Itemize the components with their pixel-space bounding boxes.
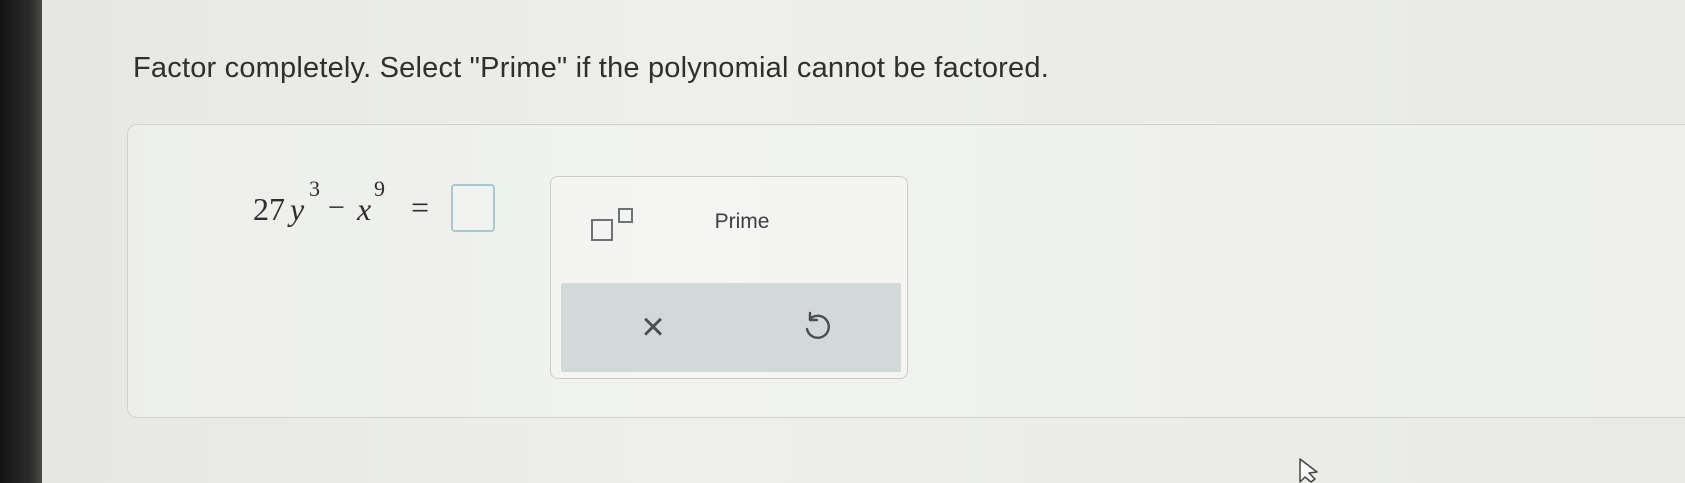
- keypad-action-bar: ×: [561, 283, 901, 372]
- superscript-template-button[interactable]: [589, 203, 635, 243]
- answer-input[interactable]: [451, 184, 495, 232]
- exponent-3: 3: [309, 176, 320, 201]
- math-keypad: Prime ×: [550, 176, 908, 379]
- prime-button[interactable]: Prime: [697, 207, 787, 237]
- screen-bezel: [0, 0, 42, 483]
- minus-sign: −: [328, 191, 345, 224]
- question-prompt: Factor completely. Select "Prime" if the…: [133, 52, 1049, 84]
- mouse-pointer-icon: [1299, 458, 1318, 483]
- superscript-box-icon: [618, 208, 633, 223]
- close-icon: ×: [641, 305, 665, 349]
- variable-x: x: [357, 191, 372, 227]
- exponent-9: 9: [374, 176, 385, 201]
- variable-y: y: [290, 191, 305, 227]
- undo-icon: [805, 311, 830, 339]
- clear-button[interactable]: ×: [631, 305, 675, 349]
- superscript-template-icon: [591, 219, 613, 241]
- coefficient: 27: [253, 191, 285, 227]
- equals-sign: =: [411, 189, 430, 225]
- undo-button[interactable]: [794, 305, 838, 349]
